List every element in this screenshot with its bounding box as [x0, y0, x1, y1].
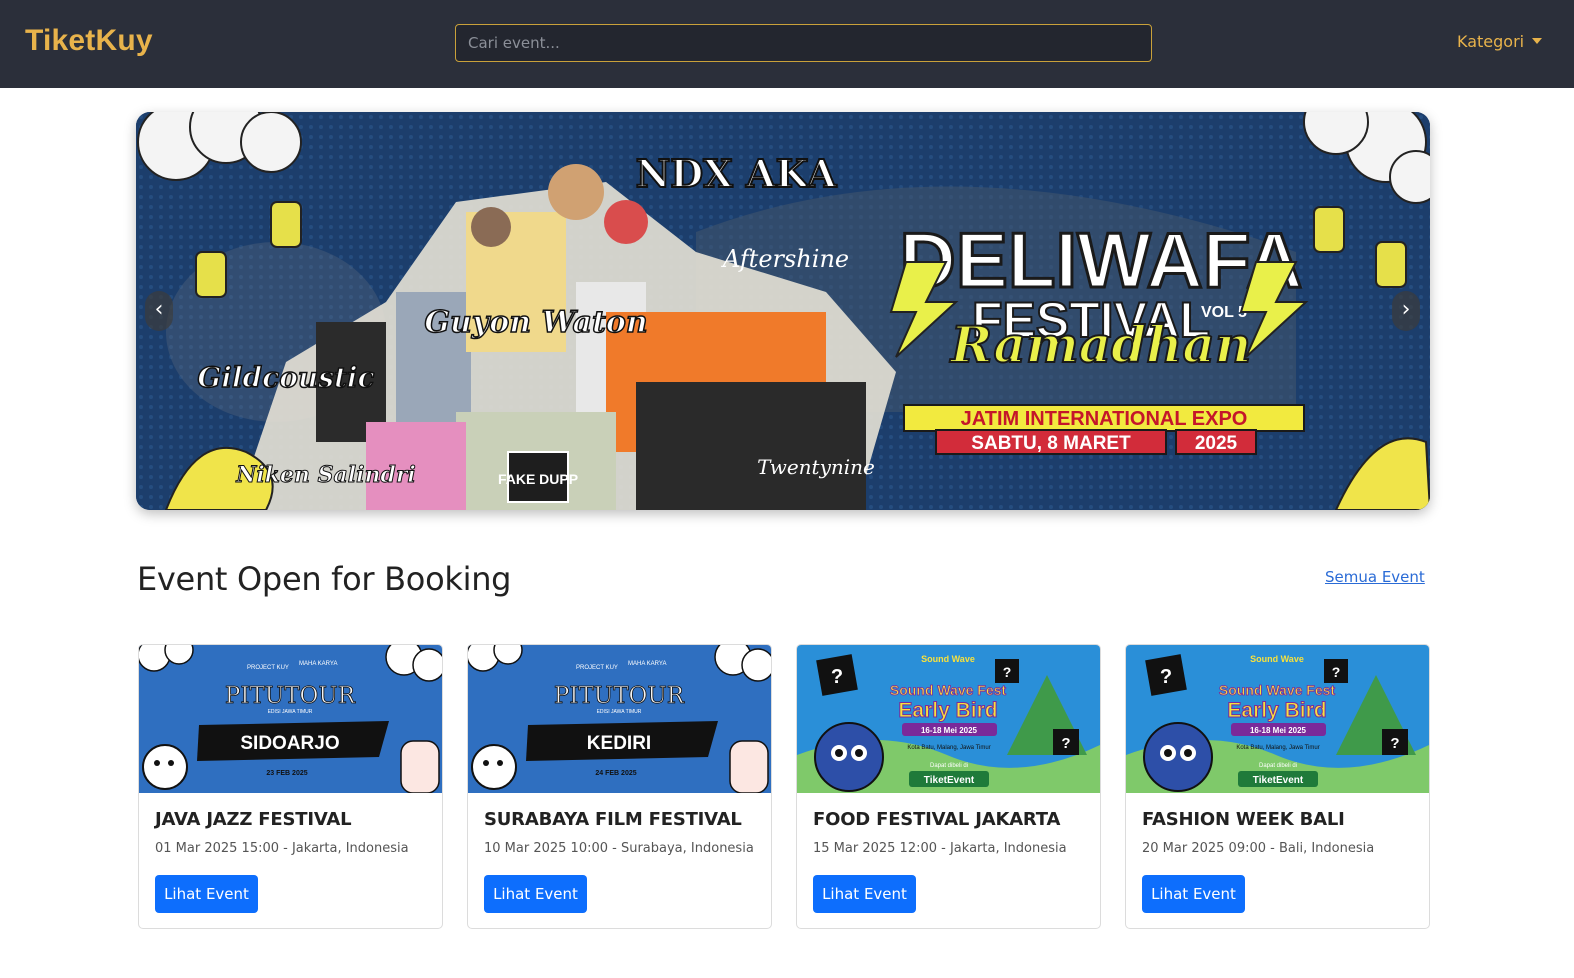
event-title[interactable]: FOOD FESTIVAL JAKARTA: [813, 809, 1060, 830]
view-event-button[interactable]: Lihat Event: [813, 875, 916, 913]
poster-brand: Sound Wave: [921, 654, 975, 664]
event-title[interactable]: JAVA JAZZ FESTIVAL: [155, 809, 352, 830]
poster-date: 24 FEB 2025: [595, 770, 636, 777]
event-title[interactable]: FASHION WEEK BALI: [1142, 809, 1345, 830]
poster-org-2: MAHA KARYA: [299, 661, 337, 667]
event-poster[interactable]: ? ? ? Sound Wave Sound Wave Fest Early B…: [1126, 645, 1429, 793]
section-title: Event Open for Booking: [137, 560, 512, 598]
poster-org-1: PROJECT KUY: [247, 665, 289, 671]
poster-brand: Sound Wave: [1250, 654, 1304, 664]
svg-text:?: ?: [1061, 735, 1070, 752]
poster-sub: Early Bird: [1227, 699, 1326, 722]
view-event-button[interactable]: Lihat Event: [155, 875, 258, 913]
category-dropdown-label: Kategori: [1457, 32, 1525, 51]
poster-dates: 16-18 Mei 2025: [921, 726, 978, 735]
event-title[interactable]: SURABAYA FILM FESTIVAL: [484, 809, 742, 830]
event-card: ? ? ? Sound Wave Sound Wave Fest Early B…: [796, 644, 1101, 929]
svg-text:?: ?: [831, 666, 843, 688]
banner-headline-1: DELIWAFA: [900, 216, 1303, 304]
lineup-5: FAKE DUPP: [498, 471, 578, 487]
event-card: PROJECT KUY MAHA KARYA PITUTOUR EDISI JA…: [138, 644, 443, 929]
view-event-button[interactable]: Lihat Event: [1142, 875, 1245, 913]
chevron-left-icon: ‹: [154, 297, 164, 322]
svg-text:?: ?: [1390, 735, 1399, 752]
banner-subtitle: Ramadhan: [949, 315, 1251, 374]
poster-headline: Sound Wave Fest: [1219, 682, 1336, 698]
carousel-prev-button[interactable]: ‹: [145, 291, 173, 331]
lineup-3: Gildcoustic: [197, 361, 374, 394]
poster-tagline: EDISI JAWA TIMUR: [597, 709, 642, 715]
event-meta: 15 Mar 2025 12:00 - Jakarta, Indonesia: [813, 841, 1067, 856]
caret-down-icon: [1532, 38, 1543, 44]
event-meta: 10 Mar 2025 10:00 - Surabaya, Indonesia: [484, 841, 754, 856]
hero-carousel[interactable]: DELIWAFA FESTIVAL VOL 5 Ramadhan JATIM I…: [136, 112, 1430, 510]
event-meta: 20 Mar 2025 09:00 - Bali, Indonesia: [1142, 841, 1375, 856]
lineup-4: Niken Salindri: [235, 462, 416, 488]
poster-seller: TiketEvent: [1253, 775, 1304, 786]
view-event-button[interactable]: Lihat Event: [484, 875, 587, 913]
svg-text:?: ?: [1160, 666, 1172, 688]
poster-sub: Early Bird: [898, 699, 997, 722]
poster-date: 23 FEB 2025: [266, 770, 307, 777]
poster-buy-note: Dapat dibeli di: [1259, 763, 1297, 769]
event-poster[interactable]: PROJECT KUY MAHA KARYA PITUTOUR EDISI JA…: [139, 645, 442, 793]
event-meta: 01 Mar 2025 15:00 - Jakarta, Indonesia: [155, 841, 409, 856]
hero-banner-image: DELIWAFA FESTIVAL VOL 5 Ramadhan JATIM I…: [136, 112, 1430, 510]
lineup-6: Twentynine: [757, 455, 875, 479]
category-dropdown[interactable]: Kategori: [1457, 32, 1543, 51]
event-card: ? ? ? Sound Wave Sound Wave Fest Early B…: [1125, 644, 1430, 929]
poster-location: Kota Batu, Malang, Jawa Timur: [907, 745, 990, 751]
event-card: PROJECT KUY MAHA KARYA PITUTOUR EDISI JA…: [467, 644, 772, 929]
banner-date: SABTU, 8 MARET: [971, 433, 1131, 454]
poster-tagline: EDISI JAWA TIMUR: [268, 709, 313, 715]
banner-year: 2025: [1195, 433, 1238, 454]
poster-org-2: MAHA KARYA: [628, 661, 666, 667]
carousel-next-button[interactable]: ›: [1392, 291, 1420, 331]
svg-text:?: ?: [1332, 664, 1341, 680]
poster-seller: TiketEvent: [924, 775, 975, 786]
poster-city: SIDOARJO: [240, 733, 339, 754]
poster-city: KEDIRI: [587, 733, 651, 754]
brand-logo[interactable]: TiketKuy: [25, 24, 153, 58]
search-input[interactable]: [455, 24, 1152, 62]
banner-venue: JATIM INTERNATIONAL EXPO: [961, 408, 1248, 430]
lineup-1: Aftershine: [721, 245, 849, 273]
poster-dates: 16-18 Mei 2025: [1250, 726, 1307, 735]
all-events-link[interactable]: Semua Event: [1325, 568, 1425, 586]
svg-text:?: ?: [1003, 664, 1012, 680]
poster-location: Kota Batu, Malang, Jawa Timur: [1236, 745, 1319, 751]
poster-headline: Sound Wave Fest: [890, 682, 1007, 698]
poster-headline: PITUTOUR: [225, 683, 356, 709]
lineup-2: Guyon Waton: [424, 305, 647, 340]
poster-headline: PITUTOUR: [554, 683, 685, 709]
chevron-right-icon: ›: [1401, 297, 1411, 322]
navbar: TiketKuy Kategori: [0, 0, 1574, 88]
event-poster[interactable]: PROJECT KUY MAHA KARYA PITUTOUR EDISI JA…: [468, 645, 771, 793]
event-poster[interactable]: ? ? ? Sound Wave Sound Wave Fest Early B…: [797, 645, 1100, 793]
poster-buy-note: Dapat dibeli di: [930, 763, 968, 769]
lineup-0: NDX AKA: [636, 151, 837, 196]
poster-org-1: PROJECT KUY: [576, 665, 618, 671]
